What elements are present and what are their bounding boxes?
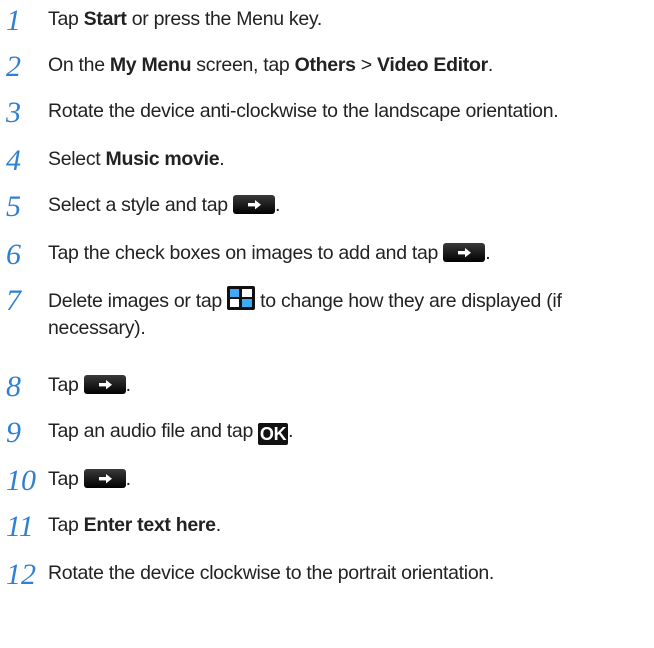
step-number: 12: [6, 558, 36, 591]
step-text-segment: On the: [48, 54, 110, 76]
step-number: 10: [6, 464, 36, 497]
step-number: 2: [6, 50, 21, 83]
step-text: Tap an audio file and tap OK.: [48, 418, 648, 445]
ui-label-bold: Others: [294, 54, 356, 76]
step-text-segment: .: [485, 242, 491, 264]
step-text: Select a style and tap .: [48, 192, 648, 219]
step-text-segment: .: [487, 54, 494, 76]
step-number: 6: [6, 238, 21, 271]
ui-label-bold: My Menu: [109, 54, 192, 76]
step-text-segment: Tap: [48, 468, 84, 490]
step-text-segment: Delete images or tap: [48, 290, 228, 312]
step-text-segment: Rotate the device clockwise to the portr…: [48, 562, 495, 584]
step-text-segment: Rotate the device anti-clockwise to the …: [48, 100, 559, 122]
step-text: Tap .: [48, 466, 648, 493]
step-text: Rotate the device clockwise to the portr…: [48, 560, 648, 587]
step-text-segment: screen, tap: [191, 54, 295, 76]
step-number: 9: [6, 416, 21, 449]
next-arrow-icon: [83, 469, 126, 488]
step-text-segment: Tap: [48, 374, 84, 396]
step-text-segment: Tap: [48, 514, 84, 536]
step-text-segment: .: [219, 148, 225, 170]
ui-label-bold: Start: [83, 8, 127, 30]
step-text-segment: or press the Menu key.: [126, 8, 323, 30]
step-text-segment: .: [125, 374, 131, 396]
step-text: Select Music movie.: [48, 146, 648, 173]
step-text: On the My Menu screen, tap Others > Vide…: [48, 52, 648, 79]
step-text: Tap Enter text here.: [48, 512, 648, 539]
view-grid-icon: [227, 286, 256, 310]
step-number: 1: [6, 4, 21, 37]
step-text: Delete images or tap to change how they …: [48, 286, 648, 342]
step-number: 3: [6, 96, 21, 129]
next-arrow-icon: [83, 375, 126, 394]
step-text-segment: .: [274, 194, 281, 216]
next-arrow-icon: [232, 195, 275, 214]
step-number: 8: [6, 370, 21, 403]
step-text: Tap the check boxes on images to add and…: [48, 240, 648, 267]
step-number: 11: [6, 510, 34, 543]
step-text-segment: Tap: [48, 8, 84, 30]
step-text-segment: .: [215, 514, 221, 536]
ui-label-bold: Enter text here: [83, 514, 216, 536]
step-text-segment: Select: [48, 148, 106, 170]
ui-label-bold: Video Editor: [377, 54, 488, 76]
step-number: 5: [6, 190, 21, 223]
step-text-segment: .: [125, 468, 131, 490]
step-text-segment: Tap the check boxes on images to add and…: [48, 242, 444, 264]
step-text-segment: Tap an audio file and tap: [48, 420, 259, 442]
step-number: 7: [6, 284, 21, 317]
step-text-segment: Select a style and tap: [48, 194, 233, 216]
ok-icon: OK: [258, 423, 289, 445]
step-text-segment: .: [288, 420, 294, 442]
step-text: Rotate the device anti-clockwise to the …: [48, 98, 648, 125]
step-text: Tap Start or press the Menu key.: [48, 6, 648, 33]
ui-label-bold: Music movie: [105, 148, 220, 170]
step-text: Tap .: [48, 372, 648, 399]
next-arrow-icon: [443, 243, 486, 262]
step-text-segment: >: [355, 54, 377, 76]
step-number: 4: [6, 144, 21, 177]
